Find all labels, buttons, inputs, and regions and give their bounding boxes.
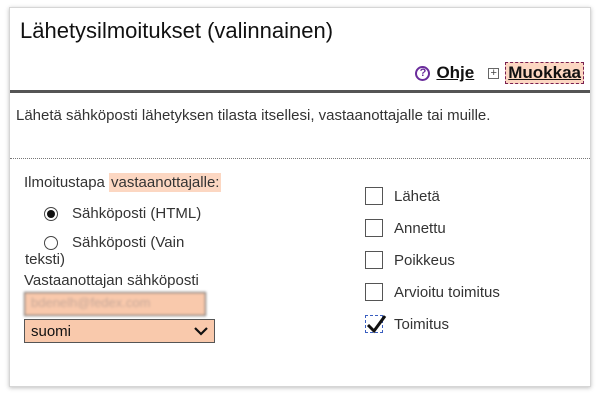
event-label: Toimitus: [394, 315, 450, 333]
notification-settings: Ilmoitustapa vastaanottajalle: Sähköpost…: [24, 173, 354, 343]
radio-email-text[interactable]: Sähköposti (Vain: [24, 234, 354, 251]
language-select-value: suomi: [31, 322, 72, 340]
notification-panel: Lähetysilmoitukset (valinnainen) ? Ohje …: [9, 7, 591, 387]
event-label: Annettu: [394, 219, 446, 237]
event-checkbox-row[interactable]: Annettu: [365, 212, 585, 244]
radio-button[interactable]: [44, 236, 58, 250]
language-select[interactable]: suomi: [24, 319, 215, 343]
section-divider: [10, 158, 590, 159]
event-label: Lähetä: [394, 187, 440, 205]
checkbox[interactable]: [365, 251, 383, 269]
checkmark-icon: [366, 315, 387, 334]
checkbox-checked[interactable]: [365, 315, 387, 334]
checkbox[interactable]: [365, 187, 383, 205]
event-checkbox-row[interactable]: Lähetä: [365, 180, 585, 212]
help-icon[interactable]: ?: [415, 65, 431, 81]
notification-method-highlight: vastaanottajalle:: [109, 173, 222, 192]
help-link[interactable]: Ohje: [436, 63, 474, 83]
event-checkbox-row[interactable]: Arvioitu toimitus: [365, 276, 585, 308]
panel-toolbar: ? Ohje + Muokkaa: [415, 62, 584, 84]
expand-icon[interactable]: +: [488, 67, 500, 79]
notification-events: Lähetä Annettu Poikkeus Arvioitu toimitu…: [365, 180, 585, 340]
recipient-email-label: Vastaanottajan sähköposti: [24, 272, 199, 289]
header-divider: [10, 90, 590, 93]
radio-label-continuation: teksti): [25, 251, 66, 268]
event-label: Poikkeus: [394, 251, 455, 269]
checkbox[interactable]: [365, 219, 383, 237]
event-label: Arvioitu toimitus: [394, 283, 500, 301]
radio-label: Sähköposti (HTML): [72, 205, 202, 222]
notification-method-prefix: Ilmoitustapa: [24, 174, 110, 191]
radio-button-checked[interactable]: [44, 207, 58, 221]
checkbox[interactable]: [365, 283, 383, 301]
panel-title: Lähetysilmoitukset (valinnainen): [20, 18, 334, 43]
radio-label: Sähköposti (Vain: [72, 234, 185, 251]
panel-description: Lähetä sähköposti lähetyksen tilasta its…: [16, 107, 491, 124]
radio-email-html[interactable]: Sähköposti (HTML): [24, 205, 354, 222]
notification-method-label: Ilmoitustapa vastaanottajalle:: [24, 173, 354, 192]
event-checkbox-row[interactable]: Poikkeus: [365, 244, 585, 276]
chevron-down-icon: [194, 327, 208, 336]
edit-link[interactable]: Muokkaa: [505, 62, 584, 84]
recipient-email-input[interactable]: bdenelh@fedex.com: [24, 292, 206, 316]
event-checkbox-row[interactable]: Toimitus: [365, 308, 585, 340]
